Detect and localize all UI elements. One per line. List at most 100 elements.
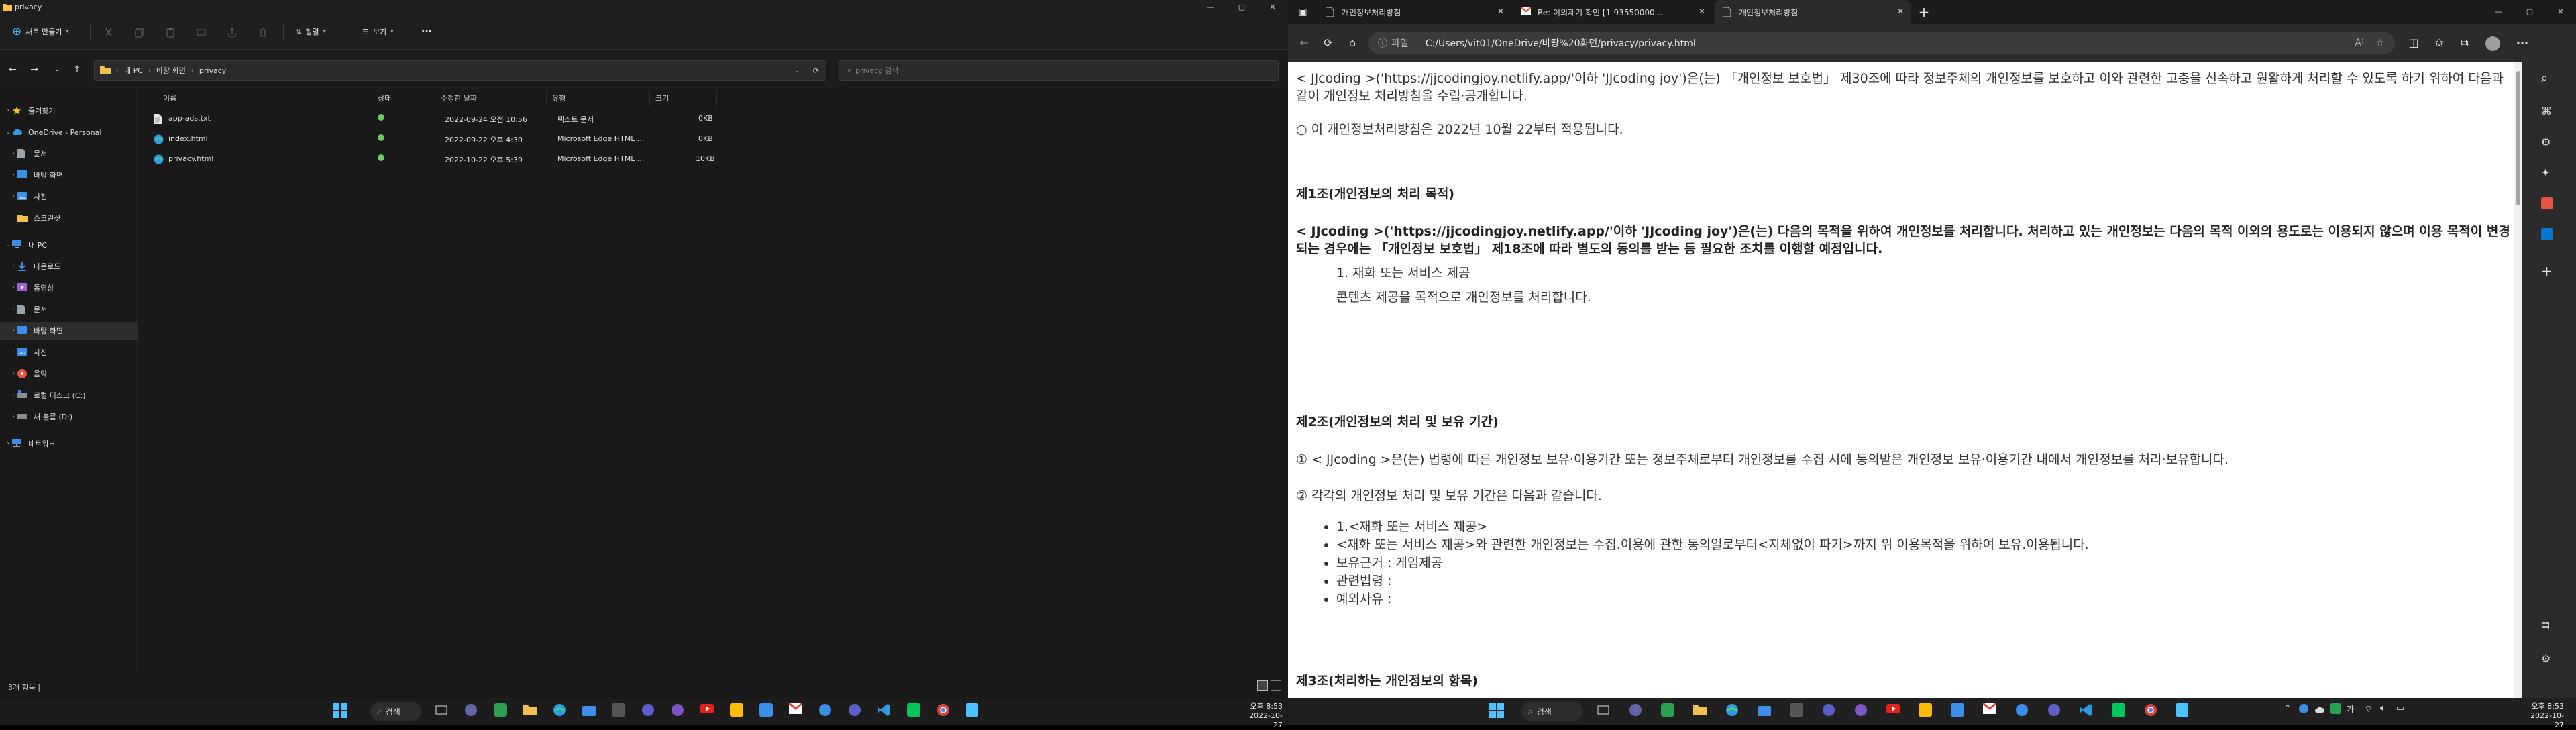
close-button[interactable]: ✕: [1257, 0, 1288, 15]
profile-avatar[interactable]: [2483, 34, 2502, 52]
breadcrumb-item[interactable]: privacy: [199, 66, 226, 75]
breadcrumb-item[interactable]: 바탕 화면: [156, 65, 186, 76]
forward-button[interactable]: →: [27, 63, 42, 76]
vscode-icon[interactable]: [877, 703, 894, 719]
new-button[interactable]: ⊕ 새로 만들기 ▾: [8, 23, 76, 40]
wifi-icon[interactable]: ⌔: [2364, 703, 2380, 719]
file-row[interactable]: index.html 2022-09-22 오후 4:30 Microsoft …: [148, 129, 859, 149]
minimize-button[interactable]: —: [2483, 0, 2514, 24]
breadcrumb-item[interactable]: 내 PC: [124, 65, 143, 76]
office-icon[interactable]: [2541, 197, 2557, 213]
refresh-icon[interactable]: ⟳: [813, 66, 826, 75]
up-button[interactable]: ↑: [70, 63, 85, 76]
copy-icon[interactable]: [133, 25, 146, 39]
app-tray-icon[interactable]: [2330, 703, 2347, 719]
edge-icon[interactable]: [1725, 703, 1741, 719]
sidebar-item-music[interactable]: › 음악: [0, 365, 137, 382]
file-explorer-icon[interactable]: [1693, 703, 1709, 719]
sidebar-item-pictures[interactable]: › 사진: [0, 344, 137, 361]
sort-button[interactable]: ⇅ 정렬 ▾: [295, 23, 326, 40]
start-icon[interactable]: [333, 703, 349, 719]
app-icon[interactable]: [612, 703, 628, 719]
store-icon[interactable]: [1758, 703, 1774, 719]
back-button[interactable]: ←: [1295, 34, 1313, 52]
file-row[interactable]: privacy.html 2022-10-22 오후 5:39 Microsof…: [148, 149, 859, 169]
app-icon[interactable]: [1661, 703, 1677, 719]
taskbar-clock[interactable]: 오후 8:53 2022-10-27: [2522, 702, 2564, 730]
hide-sidebar-icon[interactable]: ▤: [2541, 620, 2557, 636]
search-icon[interactable]: ⌕: [2541, 71, 2557, 87]
column-header-size[interactable]: 크기: [650, 90, 717, 106]
scrollbar-thumb[interactable]: [2516, 71, 2520, 205]
address-bar[interactable]: ⓘ 파일 C:/Users/vit01/OneDrive/바탕%20화면/pri…: [1368, 32, 2395, 54]
onedrive-icon[interactable]: [2314, 703, 2330, 719]
tab[interactable]: Re: 이의제기 확인 [1-93550000... ✕: [1513, 0, 1712, 24]
youtube-icon[interactable]: [1886, 703, 1902, 719]
sidebar-item-volume-d[interactable]: › 새 볼륨 (D:): [0, 408, 137, 425]
sidebar-item-downloads[interactable]: › 다운로드: [0, 258, 137, 275]
home-button[interactable]: ⌂: [1343, 34, 1362, 52]
column-header-name[interactable]: 이름: [158, 90, 372, 106]
gmail-icon[interactable]: [1982, 702, 1999, 719]
cut-icon[interactable]: [102, 25, 115, 39]
collections-icon[interactable]: ⧉: [2455, 34, 2474, 52]
sidebar-item-favorites[interactable]: › 즐겨찾기: [0, 102, 137, 119]
read-aloud-icon[interactable]: A⁾: [2355, 38, 2363, 48]
tab-actions-icon[interactable]: ▣: [1293, 3, 1312, 21]
sidebar-item-documents[interactable]: › 문서: [0, 145, 137, 162]
chrome-icon[interactable]: [2144, 703, 2160, 719]
taskbar-clock[interactable]: 오후 8:53 2022-10-27: [1248, 702, 1283, 730]
maximize-button[interactable]: ▢: [1226, 0, 1257, 15]
chat-icon[interactable]: [1629, 703, 1645, 719]
tab-active[interactable]: 개인정보처리방침 ✕: [1715, 0, 1911, 24]
app-icon[interactable]: [1822, 703, 1838, 719]
sidebar-item-pictures[interactable]: › 사진: [0, 188, 137, 205]
sidebar-item-desktop[interactable]: › 바탕 화면: [0, 322, 137, 340]
search-input[interactable]: ⌕ privacy 검색: [839, 60, 1279, 81]
outlook-icon[interactable]: [2541, 228, 2557, 244]
refresh-button[interactable]: ⟳: [1319, 34, 1338, 52]
sidebar-item-local-disk-c[interactable]: › 로컬 디스크 (C:): [0, 386, 137, 404]
column-header-type[interactable]: 유형: [547, 90, 650, 106]
start-icon[interactable]: [1489, 703, 1505, 719]
games-icon[interactable]: ✦: [2541, 166, 2557, 182]
app-icon[interactable]: [1951, 703, 1967, 719]
delete-icon[interactable]: [256, 25, 270, 39]
more-options-button[interactable]: ···: [421, 23, 432, 40]
column-header-modified[interactable]: 수정한 날짜: [435, 90, 547, 106]
tools-icon[interactable]: ⚙: [2541, 136, 2557, 152]
column-header-status[interactable]: 상태: [372, 90, 435, 106]
vscode-icon[interactable]: [2080, 703, 2096, 719]
chevron-up-icon[interactable]: ⌃: [2279, 703, 2296, 719]
naver-icon[interactable]: [907, 703, 923, 719]
settings-more-icon[interactable]: ···: [2513, 34, 2532, 52]
task-view-icon[interactable]: [435, 703, 451, 719]
volume-icon[interactable]: 🔈︎: [2380, 703, 2396, 719]
store-icon[interactable]: [582, 703, 598, 719]
notepad-icon[interactable]: [966, 703, 982, 719]
sidebar-item-documents[interactable]: › 문서: [0, 301, 137, 318]
favorite-star-icon[interactable]: ☆: [2375, 38, 2384, 48]
notepad-icon[interactable]: [2176, 703, 2192, 719]
tiles-view-icon[interactable]: [1271, 680, 1281, 691]
add-icon[interactable]: +: [2541, 263, 2557, 279]
address-bar[interactable]: › 내 PC › 바탕 화면 › privacy ⌄ ⟳: [94, 60, 826, 81]
edge-icon[interactable]: [553, 703, 569, 719]
app-icon[interactable]: [671, 703, 687, 719]
maps-icon[interactable]: [730, 703, 746, 719]
youtube-icon[interactable]: [700, 703, 716, 719]
naver-icon[interactable]: [2112, 703, 2128, 719]
app-tray-icon[interactable]: [2298, 703, 2314, 719]
close-icon[interactable]: ✕: [1897, 7, 1904, 16]
task-view-icon[interactable]: [1597, 703, 1613, 719]
taskbar-search[interactable]: ⌕ 검색: [1521, 702, 1583, 721]
app-icon[interactable]: [1790, 703, 1806, 719]
close-button[interactable]: ✕: [2545, 0, 2576, 24]
file-explorer-icon[interactable]: [523, 703, 539, 719]
minimize-button[interactable]: —: [1195, 0, 1226, 15]
split-screen-icon[interactable]: ◫: [2404, 34, 2423, 52]
sidebar-item-desktop[interactable]: › 바탕 화면: [0, 166, 137, 184]
maps-icon[interactable]: [1919, 703, 1935, 719]
sidebar-item-this-pc[interactable]: ⌄ 내 PC: [0, 236, 137, 254]
language-indicator[interactable]: 가: [2347, 703, 2363, 719]
